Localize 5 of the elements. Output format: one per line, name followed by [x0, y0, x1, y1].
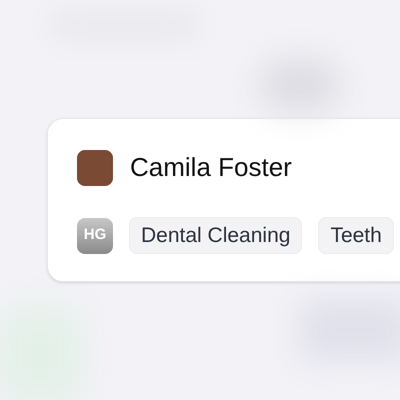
service-tag: Teeth [318, 217, 394, 254]
photo-placeholder [77, 150, 113, 186]
initials-avatar: HG [77, 218, 113, 254]
person-name: Camila Foster [130, 151, 292, 184]
service-tag: Dental Cleaning [129, 217, 302, 254]
